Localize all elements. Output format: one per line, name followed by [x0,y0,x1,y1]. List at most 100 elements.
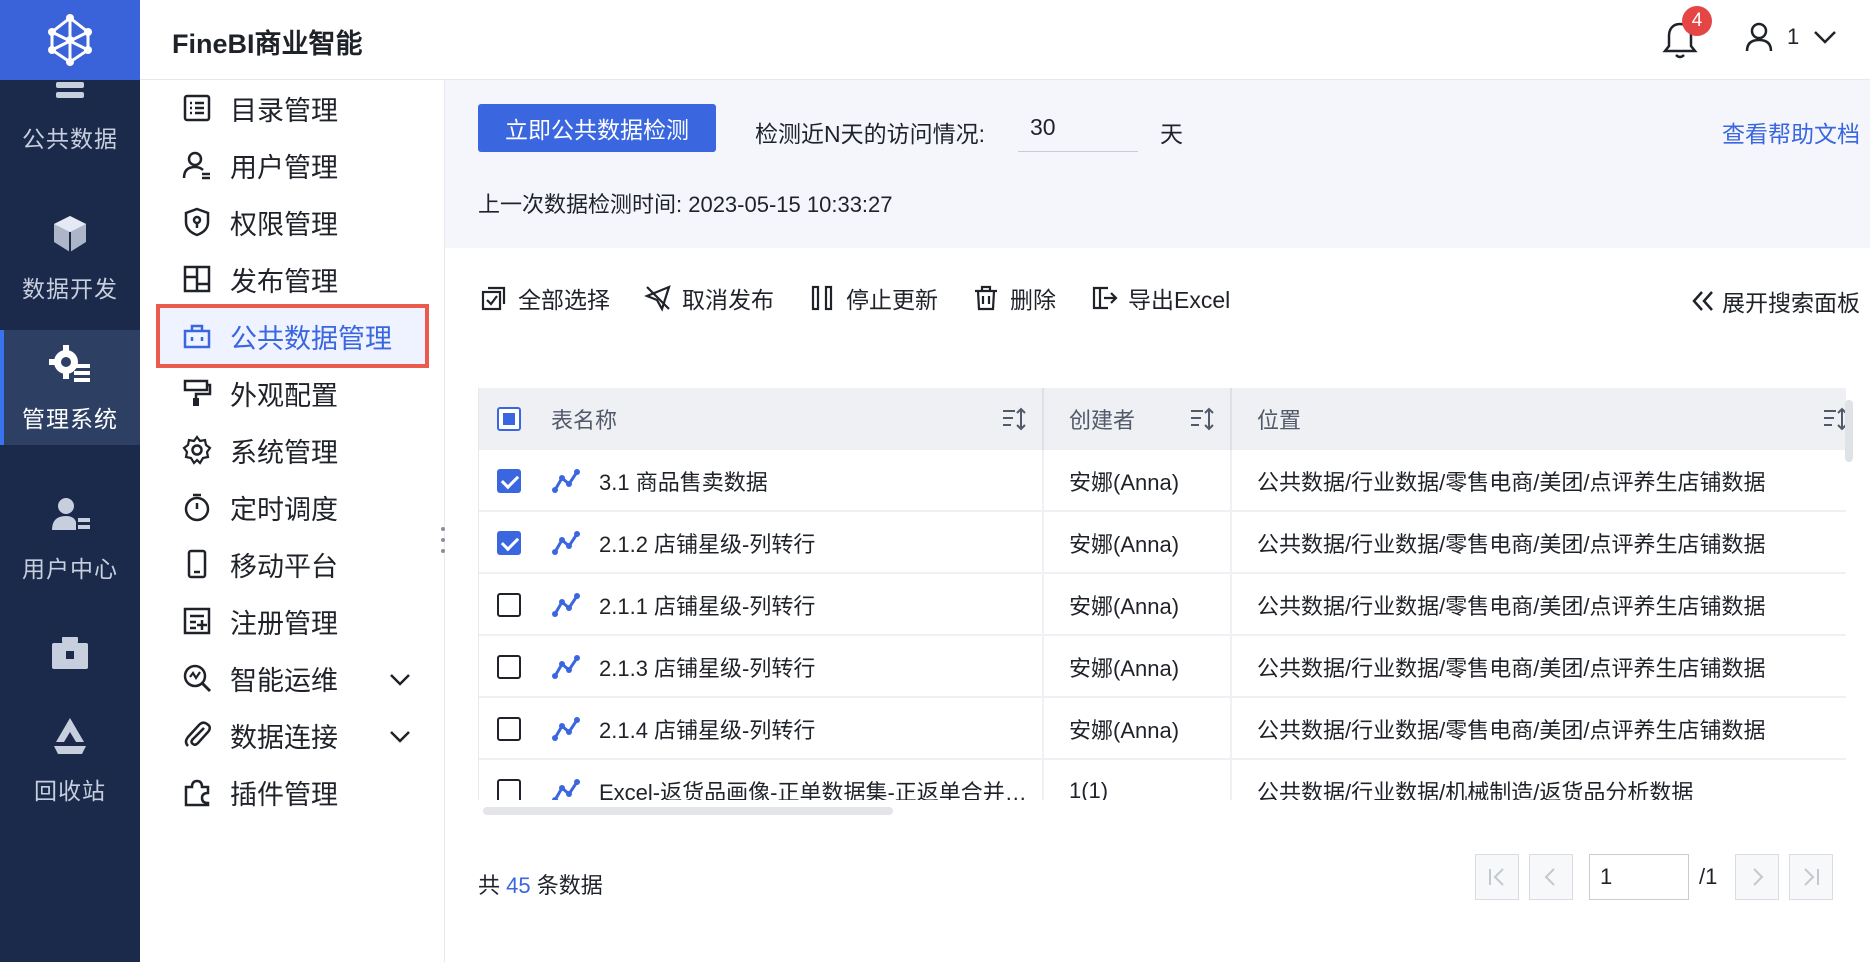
subnav-item-permissions[interactable]: 权限管理 [160,194,425,250]
sort-icon[interactable] [1189,406,1215,432]
subnav-item-publish[interactable]: 发布管理 [160,251,425,307]
first-page-icon [1489,868,1504,886]
table-name[interactable]: Excel-返货品画像-正单数据集-正返单合并数据 [599,775,1042,800]
row-location: 公共数据/行业数据/零售电商/美团/点评养生店铺数据 [1232,574,1846,636]
column-label: 位置 [1257,408,1302,433]
unpublish-button[interactable]: 取消发布 [644,281,774,315]
subnav-item-catalog[interactable]: 目录管理 [160,80,425,136]
user-menu[interactable]: 1 [1745,22,1837,52]
unpublish-icon [644,285,671,312]
prev-page-button[interactable] [1529,854,1573,900]
row-creator: 安娜(Anna) [1044,512,1232,574]
subnav-item-appearance[interactable]: 外观配置 [160,365,425,421]
chevron-right-icon [1753,868,1764,886]
page-input[interactable] [1589,854,1689,900]
row-checkbox[interactable] [497,655,521,679]
pagination: /1 [1475,854,1843,900]
table-row[interactable]: 2.1.1 店铺星级-列转行 安娜(Anna) 公共数据/行业数据/零售电商/美团/… [479,574,1846,636]
subnav-item-users[interactable]: 用户管理 [160,137,425,193]
subnav-item-plugins[interactable]: 插件管理 [160,764,425,820]
row-checkbox[interactable] [497,779,521,800]
check-now-button[interactable]: 立即公共数据检测 [478,104,716,152]
app-title: FineBI商业智能 [172,29,363,59]
briefcase-icon [183,324,211,349]
row-name: 2.1.2 店铺星级-列转行 [539,512,1044,574]
row-location: 公共数据/行业数据/机械制造/返货品分析数据 [1232,760,1846,800]
pause-icon [811,285,833,311]
top-header: FineBI商业智能 4 1 [140,0,1870,80]
sort-icon[interactable] [1001,406,1027,432]
subnav-item-ops[interactable]: 智能运维 [160,650,425,706]
subnav-item-public-data-management[interactable]: 公共数据管理 [156,304,429,368]
logo[interactable] [0,0,140,80]
help-doc-link[interactable]: 查看帮助文档 [1722,115,1860,149]
subnav-item-register[interactable]: 注册管理 [160,593,425,649]
export-icon [1092,286,1118,310]
table-row[interactable]: 2.1.2 店铺星级-列转行 安娜(Anna) 公共数据/行业数据/零售电商/美团/… [479,512,1846,574]
subnav-label: 移动平台 [230,551,338,582]
row-checkbox[interactable] [497,469,521,493]
row-checkbox-cell [479,450,539,512]
delete-button[interactable]: 删除 [972,281,1056,315]
table-name[interactable]: 2.1.4 店铺星级-列转行 [599,713,815,745]
subnav-item-system[interactable]: 系统管理 [160,422,425,478]
expand-search-button[interactable]: 展开搜索面板 [1690,284,1860,318]
select-all-icon [481,286,506,311]
table-name[interactable]: 3.1 商品售卖数据 [599,465,768,497]
row-name: 3.1 商品售卖数据 [539,450,1044,512]
dataset-icon [552,779,580,800]
creator-name: 安娜(Anna) [1069,470,1180,495]
table-name[interactable]: 2.1.3 店铺星级-列转行 [599,651,815,683]
table-row[interactable]: Excel-返货品画像-正单数据集-正返单合并数据 1(1) 公共数据/行业数据/机… [479,760,1846,800]
delete-label: 删除 [1010,287,1056,313]
row-checkbox[interactable] [497,531,521,555]
rail-item-recycle[interactable]: 回收站 [0,690,140,830]
table-row[interactable]: 2.1.3 店铺星级-列转行 安娜(Anna) 公共数据/行业数据/零售电商/美团/… [479,636,1846,698]
export-excel-button[interactable]: 导出Excel [1090,281,1230,315]
table-row[interactable]: 3.1 商品售卖数据 安娜(Anna) 公共数据/行业数据/零售电商/美团/点评养生… [479,450,1846,512]
chevron-down-icon[interactable] [387,723,413,749]
location-path: 公共数据/行业数据/零售电商/美团/点评养生店铺数据 [1257,532,1766,557]
row-checkbox[interactable] [497,717,521,741]
rail-item-user-center[interactable]: 用户中心 [0,470,140,605]
table-name[interactable]: 2.1.2 店铺星级-列转行 [599,527,815,559]
row-checkbox[interactable] [497,593,521,617]
subnav-label: 权限管理 [230,209,338,240]
last-page-button[interactable] [1789,854,1834,900]
table-row[interactable]: 2.1.4 店铺星级-列转行 安娜(Anna) 公共数据/行业数据/零售电商/美团/… [479,698,1846,760]
chevron-down-icon [1814,31,1837,44]
toolbar: 全部选择 取消发布 停止更新 删除 导出Excel [480,278,1264,318]
logo-icon [48,14,92,66]
creator-name: 1(1) [1069,778,1109,800]
column-label: 表名称 [551,408,618,433]
scrollbar-thumb[interactable] [483,807,893,815]
row-checkbox-cell [479,574,539,636]
horizontal-scrollbar[interactable] [478,807,1846,817]
select-all-button[interactable]: 全部选择 [480,281,610,315]
data-table: 表名称 创建者 位置 3.1 商品售卖数据 安娜(Anna) 公共数据/行业数据/零… [478,388,1846,800]
row-location: 公共数据/行业数据/零售电商/美团/点评养生店铺数据 [1232,698,1846,760]
next-page-button[interactable] [1735,854,1780,900]
puzzle-icon [184,779,210,807]
toolbox-icon [52,637,88,669]
subnav-item-mobile[interactable]: 移动平台 [160,536,425,592]
subnav-item-data-connection[interactable]: 数据连接 [160,707,425,763]
row-checkbox-cell [479,698,539,760]
days-input[interactable] [1018,104,1138,152]
vertical-scrollbar[interactable] [1845,400,1853,462]
row-location: 公共数据/行业数据/零售电商/美团/点评养生店铺数据 [1232,636,1846,698]
sort-icon[interactable] [1822,406,1846,432]
chevron-down-icon[interactable] [387,666,413,692]
first-page-button[interactable] [1475,854,1519,900]
stop-update-button[interactable]: 停止更新 [808,281,938,315]
rail-item-management[interactable]: 管理系统 [0,330,140,445]
rail-item-label: 用户中心 [22,555,118,582]
select-all-label: 全部选择 [518,287,610,313]
header-checkbox[interactable] [497,407,521,431]
publish-icon [183,265,211,293]
rail-item-data-dev[interactable]: 数据开发 [0,190,140,325]
table-name[interactable]: 2.1.1 店铺星级-列转行 [599,589,815,621]
last-page-icon [1804,868,1820,886]
subnav-item-schedule[interactable]: 定时调度 [160,479,425,535]
main-content: 立即公共数据检测 检测近N天的访问情况: 天 查看帮助文档 上一次数据检测时间:… [445,80,1870,962]
